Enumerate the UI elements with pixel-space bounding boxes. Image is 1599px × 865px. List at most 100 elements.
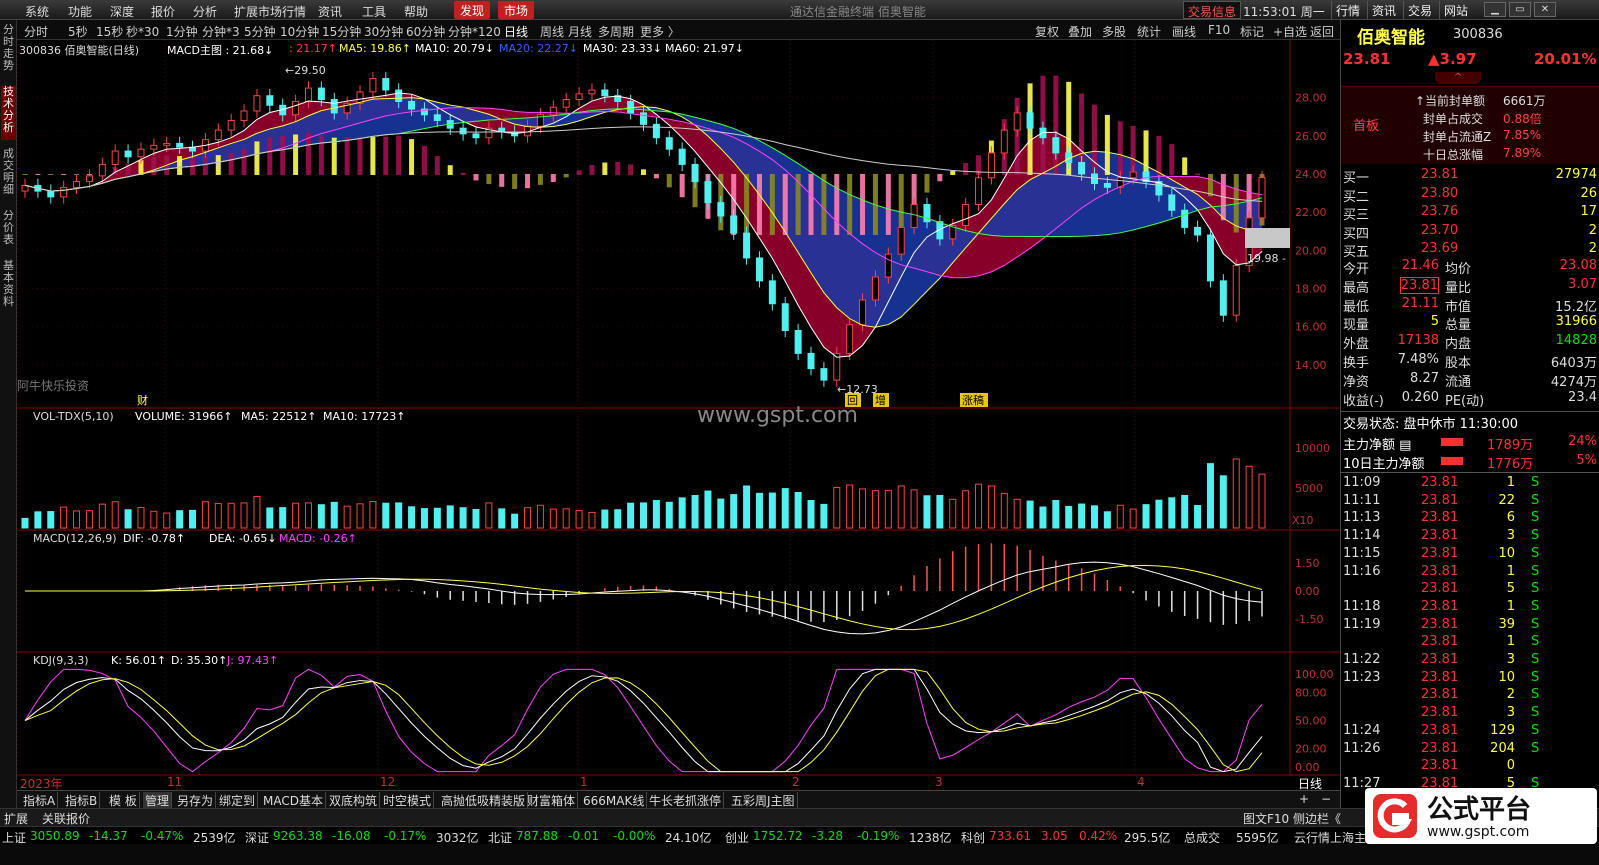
trade-state: 交易状态: 盘中休市 11:30:00 <box>1343 417 1519 432</box>
ticks-sep <box>1341 472 1599 473</box>
market-button[interactable]: 市场 <box>498 1 535 19</box>
main-hist-bar <box>589 165 595 175</box>
tool-6[interactable]: 标记 <box>1240 23 1264 40</box>
period-7[interactable]: 10分钟 <box>280 23 319 40</box>
left-nav-tab-2[interactable]: 成交明细 <box>1 148 16 202</box>
stat-k2-6: 流通 <box>1445 374 1472 390</box>
template-tab-5[interactable]: 绑定到 <box>217 792 259 809</box>
volume-bar <box>665 501 673 529</box>
top-right-0[interactable]: 行情 <box>1331 1 1364 19</box>
tool-3[interactable]: 统计 <box>1137 23 1161 40</box>
volume-bar <box>768 492 776 529</box>
menu-item-5[interactable]: 扩展市场行情 <box>234 3 306 20</box>
period-15[interactable]: 多周期 <box>598 23 634 40</box>
template-tab-0[interactable]: 指标A <box>21 792 59 809</box>
stat-v1-0: 21.46 <box>1401 258 1439 273</box>
period-2[interactable]: 15秒 <box>96 23 123 40</box>
template-tab-7[interactable]: 双底构筑 <box>327 792 381 809</box>
menu-item-1[interactable]: 功能 <box>68 3 92 20</box>
menu-item-4[interactable]: 分析 <box>193 3 217 20</box>
period-0[interactable]: 分时 <box>24 23 48 40</box>
period-8[interactable]: 15分钟 <box>322 23 361 40</box>
volume-bar <box>1232 458 1240 529</box>
ext-button[interactable]: 扩展 <box>4 810 28 827</box>
template-tab-1[interactable]: 指标B <box>63 792 101 809</box>
find-button[interactable]: 发现 <box>454 1 491 19</box>
left-nav-tab-4[interactable]: 基本资料 <box>1 260 16 314</box>
candle-body <box>240 110 248 122</box>
top-right-3[interactable]: 网站 <box>1439 1 1472 19</box>
main-hist-bar <box>486 173 492 185</box>
tool-7[interactable]: +自选 <box>1273 23 1307 40</box>
period-3[interactable]: 秒*30 <box>126 23 159 40</box>
tick-vol-16: 0 <box>1506 758 1515 774</box>
remove-tab-icon[interactable]: − <box>1319 792 1333 806</box>
period-10[interactable]: 60分钟 <box>406 23 445 40</box>
left-nav-tab-3[interactable]: 分价表 <box>1 210 16 252</box>
tick-price-4: 23.81 <box>1421 545 1459 561</box>
macd-header-dif: DIF: -0.78↑ <box>123 532 186 545</box>
vol-header-vol: VOLUME: 31966↑ <box>135 410 233 423</box>
menu-item-8[interactable]: 帮助 <box>404 3 428 20</box>
stat-k1-4: 外盘 <box>1343 337 1370 353</box>
menu-item-0[interactable]: 系统 <box>25 3 49 20</box>
menu-item-3[interactable]: 报价 <box>151 3 175 20</box>
period-5[interactable]: 分钟*3 <box>202 23 240 40</box>
period-1[interactable]: 5秒 <box>68 23 88 40</box>
stat-k2-5: 股本 <box>1445 356 1472 371</box>
menu-item-6[interactable]: 资讯 <box>318 3 342 20</box>
tool-8[interactable]: 返回 <box>1310 23 1334 40</box>
template-tab-11[interactable]: 666MAK线 <box>581 792 648 809</box>
volume-bar <box>472 508 480 529</box>
candle-body <box>1000 129 1008 154</box>
period-12[interactable]: 日线 <box>504 23 528 40</box>
period-16[interactable]: 更多 〉 <box>640 23 680 40</box>
tool-5[interactable]: F10 <box>1208 23 1230 37</box>
tick-side-7: S <box>1531 598 1540 614</box>
template-tab-12[interactable]: 牛长老抓涨停 <box>647 792 725 809</box>
left-nav-tab-1[interactable]: 技术分析 <box>1 86 16 140</box>
minimize-icon[interactable]: ▁ <box>1484 2 1506 17</box>
period-11[interactable]: 分钟*120 <box>448 23 501 40</box>
period-4[interactable]: 1分钟 <box>166 23 198 40</box>
top-right-2[interactable]: 交易 <box>1403 1 1436 19</box>
trade-info-button[interactable]: 交易信息 <box>1183 1 1242 19</box>
volume-bar <box>498 508 506 529</box>
candle-body <box>137 148 145 158</box>
f10-sidebar[interactable]: 图文F10 侧边栏《 <box>1243 810 1341 827</box>
expand-tab[interactable]: ^ <box>1435 72 1481 84</box>
template-tab-6[interactable]: MACD基本 <box>261 792 326 809</box>
main-hist-bar <box>331 137 337 175</box>
period-6[interactable]: 5分钟 <box>244 23 276 40</box>
tool-2[interactable]: 多股 <box>1102 23 1126 40</box>
menu-item-7[interactable]: 工具 <box>362 3 386 20</box>
stat-v2-7: 23.4 <box>1568 389 1597 405</box>
stock-change: ▲3.97 <box>1428 50 1477 68</box>
add-tab-icon[interactable]: + <box>1297 792 1311 806</box>
quote-panel: 佰奥智能 300836 23.81 ▲3.97 20.01% ^ 首板 ↑当前封单额 6661万… <box>1340 20 1599 810</box>
linked-quote[interactable]: 关联报价 <box>42 810 90 827</box>
tick-vol-3: 3 <box>1506 528 1515 544</box>
candle-body <box>1052 137 1060 154</box>
volume-bar <box>987 485 995 529</box>
template-tab-9[interactable]: 高抛低吸精装版 <box>439 792 529 809</box>
tick-price-13: 23.81 <box>1421 705 1459 721</box>
close-icon[interactable]: ✕ <box>1534 2 1556 17</box>
template-tab-4[interactable]: 另存为 <box>175 792 217 809</box>
chart-area[interactable]: 28.00 26.00 24.00 22.00 20.00 18.00 16.00 14.00… <box>17 40 1340 810</box>
template-tab-8[interactable]: 时空模式 <box>381 792 435 809</box>
tool-0[interactable]: 复权 <box>1035 23 1059 40</box>
menu-item-2[interactable]: 深度 <box>110 3 134 20</box>
restore-icon[interactable]: ▭ <box>1509 2 1531 17</box>
template-tab-10[interactable]: 财富箱体 <box>525 792 579 809</box>
template-tab-2[interactable]: 模 板 <box>107 792 140 809</box>
template-tab-13[interactable]: 五彩周J主图 <box>729 792 798 809</box>
period-13[interactable]: 周线 <box>540 23 564 40</box>
template-tab-3[interactable]: 管理 <box>143 792 173 809</box>
period-9[interactable]: 30分钟 <box>364 23 403 40</box>
left-nav-tab-0[interactable]: 分时走势 <box>1 24 16 78</box>
top-right-1[interactable]: 资讯 <box>1367 1 1400 19</box>
tool-1[interactable]: 叠加 <box>1068 23 1092 40</box>
tool-4[interactable]: 画线 <box>1172 23 1196 40</box>
period-14[interactable]: 月线 <box>568 23 592 40</box>
